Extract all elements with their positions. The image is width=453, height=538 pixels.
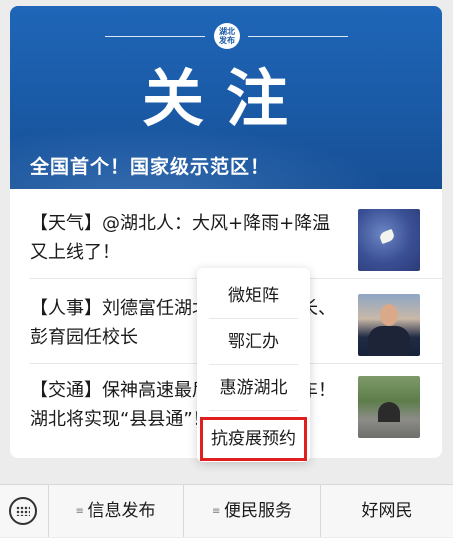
bottom-menu-bar: ≡ 信息发布 ≡ 便民服务 好网民 <box>0 484 453 537</box>
menu-separator <box>209 318 298 319</box>
banner-line-left <box>105 36 205 37</box>
menu-item-ehuiban[interactable]: 鄂汇办 <box>197 320 310 364</box>
menu-separator <box>209 410 298 411</box>
tunnel-thumbnail <box>358 376 420 438</box>
tab-public-service[interactable]: ≡ 便民服务 <box>184 485 321 537</box>
banner-title: 关注 <box>141 62 310 135</box>
menu-lines-icon: ≡ <box>212 506 221 517</box>
news-title: 【天气】@湖北人：大风+降雨+降温又上线了！ <box>30 213 331 263</box>
menu-lines-icon: ≡ <box>75 506 84 517</box>
menu-item-huiyou-hubei[interactable]: 惠游湖北 <box>197 366 310 410</box>
tab-label: 便民服务 <box>224 501 292 521</box>
tab-label: 信息发布 <box>87 501 156 521</box>
menu-item-micro-matrix[interactable]: 微矩阵 <box>197 274 310 318</box>
weather-thumbnail <box>358 209 420 271</box>
hubei-release-logo: 湖北 发布 <box>214 23 240 49</box>
person-thumbnail <box>358 294 420 356</box>
banner-line-right <box>248 36 348 37</box>
header-banner[interactable]: 湖北 发布 关注 全国首个！国家级示范区！ <box>10 6 442 189</box>
banner-subtitle: 全国首个！国家级示范区！ <box>30 156 271 178</box>
service-popup-menu: 微矩阵 鄂汇办 惠游湖北 抗疫展预约 <box>197 268 310 462</box>
keyboard-icon <box>9 497 37 525</box>
menu-item-epidemic-exhibit-booking[interactable]: 抗疫展预约 <box>200 417 307 461</box>
tab-label: 好网民 <box>361 501 413 521</box>
keyboard-toggle-button[interactable] <box>0 485 49 537</box>
tab-good-netizen[interactable]: 好网民 <box>321 485 453 537</box>
menu-separator <box>209 364 298 365</box>
tab-info-release[interactable]: ≡ 信息发布 <box>48 485 184 537</box>
